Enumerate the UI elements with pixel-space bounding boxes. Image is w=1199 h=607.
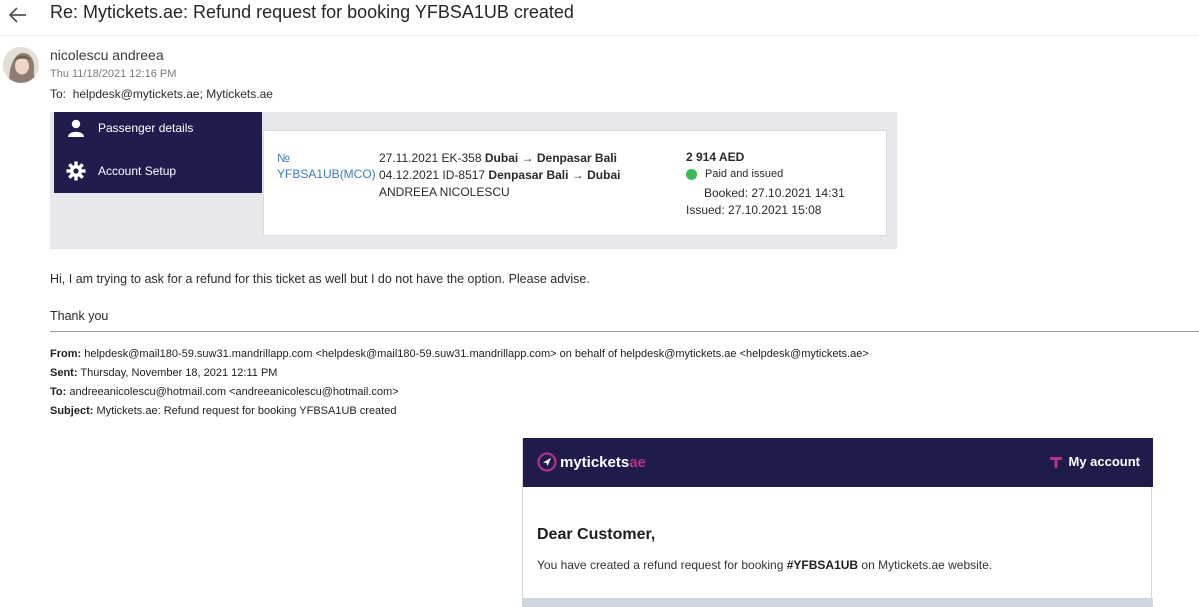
refund-message: You have created a refund request for bo… <box>537 558 993 572</box>
booking-code-link[interactable]: YFBSA1UB(MCO) <box>277 166 376 182</box>
email-footer-strip <box>523 598 1153 607</box>
nav-label: Passenger details <box>98 121 194 135</box>
account-icon <box>1050 456 1063 468</box>
avatar[interactable] <box>3 47 39 83</box>
my-account-label: My account <box>1068 454 1140 469</box>
paper-plane-logo-icon <box>537 452 557 472</box>
nav-label: Account Setup <box>98 164 177 178</box>
sent-date: Thu 11/18/2021 12:16 PM <box>50 68 177 80</box>
booking-price: 2 914 AED <box>686 150 745 164</box>
email-subject: Re: Mytickets.ae: Refund request for boo… <box>50 2 574 22</box>
reply-divider <box>50 331 1199 332</box>
mytickets-email-body: mytickets ae My account Dear Customer, Yo… <box>522 438 1153 607</box>
mytickets-logo[interactable]: mytickets ae <box>537 452 646 472</box>
subject-bar: Re: Mytickets.ae: Refund request for boo… <box>0 0 1199 36</box>
gear-icon <box>66 161 86 181</box>
flight-routes: 27.11.2021 EK-358 Dubai → Denpasar Bali … <box>379 150 620 201</box>
mytickets-header: mytickets ae My account <box>523 438 1153 487</box>
account-sidebar: Passenger details Account Setup <box>54 112 262 193</box>
status-dot-icon <box>686 168 697 180</box>
embedded-booking-screenshot: Passenger details Account Setup № YFBSA1… <box>50 112 897 249</box>
nav-passenger-details[interactable]: Passenger details <box>66 117 193 139</box>
my-account-link[interactable]: My account <box>1049 454 1140 469</box>
recipients-line: To: helpdesk@mytickets.ae; Mytickets.ae <box>50 87 273 101</box>
forward-subject: Subject: Mytickets.ae: Refund request fo… <box>50 405 397 417</box>
logo-suffix: ae <box>629 453 646 471</box>
forward-from: From: helpdesk@mail180-59.suw31.mandrill… <box>50 348 869 360</box>
message-line-2: Thank you <box>50 309 109 323</box>
forward-to: To: andreeanicolescu@hotmail.com <andree… <box>50 386 399 398</box>
greeting: Dear Customer, <box>537 526 656 543</box>
sender-name[interactable]: nicolescu andreea <box>50 47 164 63</box>
passenger-name: ANDREEA NICOLESCU <box>379 185 510 199</box>
back-arrow-icon[interactable] <box>6 2 32 28</box>
booking-status: Paid and issued <box>686 168 783 180</box>
route-outbound: 27.11.2021 EK-358 Dubai → Denpasar Bali <box>379 151 617 165</box>
logo-text: mytickets <box>560 453 630 471</box>
status-text: Paid and issued <box>705 168 784 180</box>
route-return: 04.12.2021 ID-8517 Denpasar Bali → Dubai <box>379 168 621 182</box>
forward-sent: Sent: Thursday, November 18, 2021 12:11 … <box>50 367 278 379</box>
nav-account-setup[interactable]: Account Setup <box>66 160 176 182</box>
number-label: № <box>277 151 290 165</box>
person-icon <box>68 119 84 137</box>
issued-date: Issued: 27.10.2021 15:08 <box>686 203 822 217</box>
to-recipients[interactable]: helpdesk@mytickets.ae; Mytickets.ae <box>73 87 273 101</box>
to-label: To: <box>50 87 67 101</box>
card-divider <box>264 130 886 131</box>
booking-number: № YFBSA1UB(MCO) <box>277 150 376 182</box>
booking-ref: #YFBSA1UB <box>786 558 859 572</box>
message-line-1: Hi, I am trying to ask for a refund for … <box>50 272 590 286</box>
booking-card: № YFBSA1UB(MCO) 27.11.2021 EK-358 Dubai … <box>263 130 887 236</box>
booked-date: Booked: 27.10.2021 14:31 <box>704 186 845 200</box>
